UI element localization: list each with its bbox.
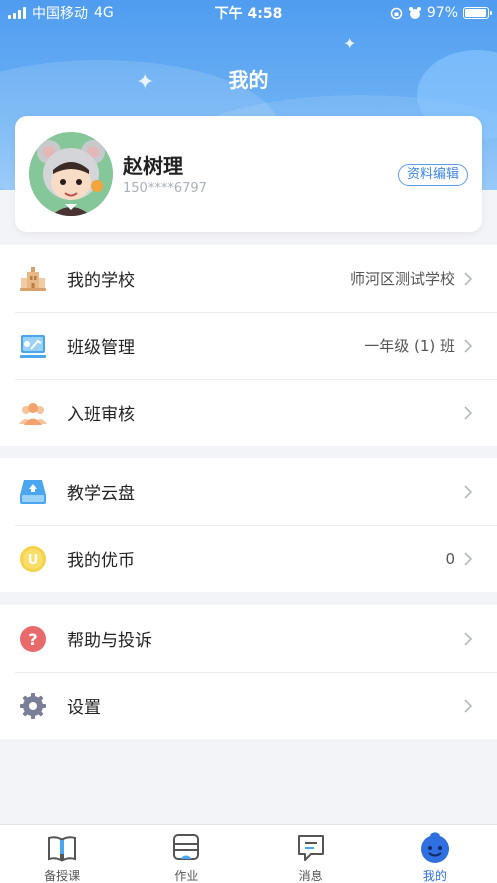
profile-card[interactable]: 赵树理 150****6797 资料编辑: [15, 116, 482, 232]
user-name: 赵树理: [123, 154, 183, 178]
homework-icon: [173, 834, 200, 860]
menu-item-label: 教学云盘: [67, 484, 135, 504]
book-icon: [48, 836, 77, 862]
edit-profile-button[interactable]: 资料编辑: [397, 164, 468, 186]
tab-bar: 备授课 作业 消息 我的: [0, 824, 497, 883]
cloud-drive-icon: [20, 480, 46, 504]
menu-item-class-management[interactable]: 班级管理 一年级 (1) 班: [0, 312, 497, 379]
avatar[interactable]: [29, 132, 113, 216]
chevron-right-icon: [464, 552, 473, 566]
gear-icon: [20, 693, 46, 719]
signal-icon: [8, 7, 26, 19]
coin-icon: U: [20, 546, 46, 572]
sparkle-icon: ✦: [343, 34, 357, 53]
profile-face-icon: [420, 832, 449, 863]
page-title: 我的: [228, 68, 269, 92]
chevron-right-icon: [464, 699, 473, 713]
tab-mine[interactable]: 我的: [373, 825, 497, 883]
tab-lesson-prep[interactable]: 备授课: [0, 825, 124, 883]
tab-label: 备授课: [44, 869, 81, 883]
menu-item-cloud-drive[interactable]: 教学云盘: [0, 458, 497, 525]
users-icon: [19, 403, 47, 425]
tab-homework[interactable]: 作业: [124, 825, 248, 883]
menu-item-label: 我的学校: [67, 271, 135, 291]
menu-item-label: 设置: [67, 698, 101, 718]
battery-icon: [463, 7, 492, 19]
tab-label: 作业: [174, 869, 199, 883]
avatar-image: [29, 132, 113, 216]
user-phone: 150****6797: [123, 181, 207, 196]
menu-item-label: 入班审核: [67, 405, 135, 425]
menu-group-school: 我的学校 师河区测试学校 班级管理 一年级 (1) 班 入班审核: [0, 245, 497, 446]
menu-item-my-school[interactable]: 我的学校 师河区测试学校: [0, 245, 497, 312]
menu-item-my-coins[interactable]: U 我的优币 0: [0, 525, 497, 592]
menu-item-value: 师河区测试学校: [349, 270, 455, 288]
alarm-icon: [408, 7, 421, 19]
chevron-right-icon: [464, 272, 473, 286]
chevron-right-icon: [464, 406, 473, 420]
svg-text:?: ?: [28, 630, 37, 649]
carrier-name: 中国移动: [32, 6, 88, 22]
tab-messages[interactable]: 消息: [249, 825, 373, 883]
menu-item-label: 帮助与投诉: [67, 631, 152, 651]
menu-item-help[interactable]: ? 帮助与投诉: [0, 605, 497, 672]
menu-item-label: 我的优币: [67, 551, 135, 571]
coin-balance: 0: [445, 549, 455, 568]
school-building-icon: [20, 267, 46, 291]
message-icon: [297, 835, 324, 861]
menu-item-settings[interactable]: 设置: [0, 672, 497, 739]
status-bar: 中国移动 4G 下午 4:58 97%: [0, 0, 497, 26]
network-type: 4G: [94, 5, 114, 21]
help-icon: ?: [20, 626, 46, 652]
classroom-board-icon: [20, 335, 46, 358]
svg-text:U: U: [28, 553, 39, 568]
chevron-right-icon: [464, 339, 473, 353]
menu-item-value: 一年级 (1) 班: [364, 337, 455, 355]
menu-group-resources: 教学云盘 U 我的优币 0: [0, 458, 497, 592]
menu-item-label: 班级管理: [67, 338, 135, 358]
tab-label: 我的: [422, 869, 447, 883]
rotation-lock-icon: [390, 7, 403, 19]
chevron-right-icon: [464, 632, 473, 646]
tab-label: 消息: [298, 869, 323, 883]
menu-item-join-review[interactable]: 入班审核: [0, 379, 497, 446]
battery-percent: 97%: [426, 5, 458, 21]
chevron-right-icon: [464, 485, 473, 499]
menu-group-support: ? 帮助与投诉 设置: [0, 605, 497, 739]
